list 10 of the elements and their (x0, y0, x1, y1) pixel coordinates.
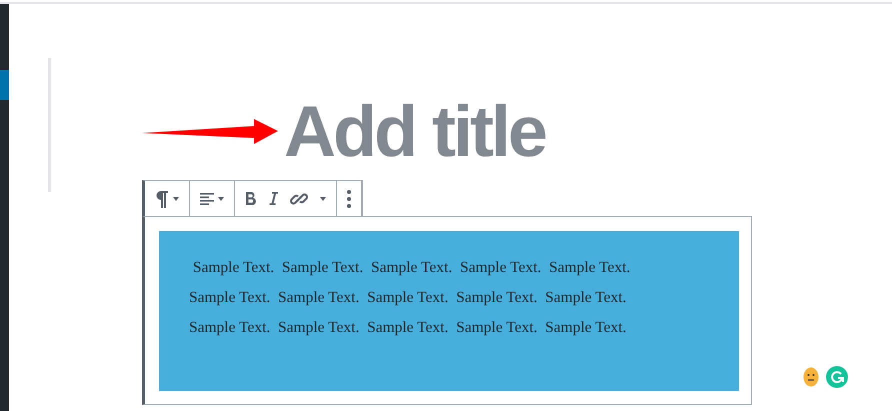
align-left-icon (200, 192, 214, 204)
bold-icon (245, 192, 256, 205)
paragraph-icon (155, 190, 169, 208)
paragraph-text[interactable]: Sample Text. Sample Text. Sample Text. Sample Text. Sample Text. Sample Text. Sample Text. Sample Text. Sample Text. Sample Text. Sample Text. Sample Text. Sample Text. Sample Text. Sample Text. (189, 253, 659, 343)
italic-icon (268, 192, 278, 205)
face-icon (803, 367, 819, 387)
more-options-icon (347, 190, 351, 208)
title-field[interactable]: Add title (284, 96, 545, 168)
sidebar-highlight (0, 70, 9, 100)
caret-icon (320, 196, 326, 200)
